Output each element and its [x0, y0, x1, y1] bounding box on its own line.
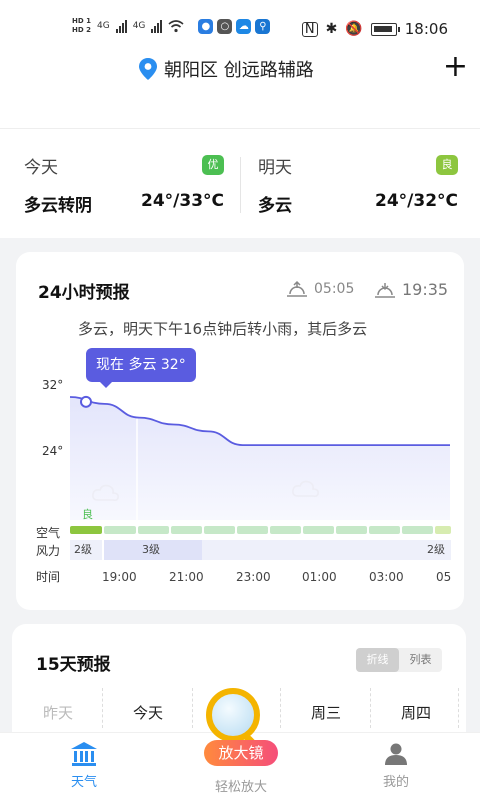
aqi-bar [369, 526, 400, 534]
wind-level: 2级 [202, 540, 451, 560]
tomorrow-label: 明天 [258, 158, 292, 178]
magnifier-caption: 轻松放大 [214, 780, 267, 795]
aqi-bar [435, 526, 451, 534]
location-selector[interactable]: 朝阳区 创远路辅路 [138, 56, 314, 82]
time-label: 19:00 [102, 570, 137, 584]
location-header: 朝阳区 创远路辅路 + [0, 50, 480, 128]
day-divider [458, 688, 459, 728]
bulb-app-icon: ● [198, 18, 214, 34]
current-point [80, 395, 92, 408]
today-temp: 24°/33°C [141, 191, 224, 211]
aqi-row-label: 空气 [36, 526, 61, 540]
aqi-bar [204, 526, 235, 534]
day-thu[interactable]: 周四 [386, 702, 446, 723]
today-summary[interactable]: 今天 优 多云转阴 24°/33°C [24, 153, 224, 216]
wind-row-label: 风力 [36, 544, 61, 558]
day-wed[interactable]: 周三 [296, 702, 356, 723]
clock: 18:06 [404, 20, 448, 38]
signal-icon-2 [151, 19, 163, 33]
aqi-bar [237, 526, 268, 534]
network-type-2: 4G [132, 21, 146, 31]
signal-icon-1 [115, 19, 127, 33]
sim2-label: HD 2 [72, 26, 91, 34]
aqi-bar [402, 526, 433, 534]
toggle-list[interactable]: 列表 [399, 648, 442, 672]
today-tomorrow-panel: 今天 优 多云转阴 24°/33°C 明天 良 多云 24°/32°C [0, 128, 480, 238]
time-label: 05 [436, 570, 452, 584]
time-label: 03:00 [369, 570, 404, 584]
wind-level: 3级 [104, 540, 202, 560]
time-label: 21:00 [169, 570, 204, 584]
day-yesterday[interactable]: 昨天 [28, 702, 88, 723]
today-aqi-badge: 优 [202, 155, 224, 175]
wifi-icon [168, 20, 184, 33]
aqi-bar [104, 526, 136, 534]
y-tick-mid: 24° [42, 444, 64, 458]
time-label: 23:00 [236, 570, 271, 584]
network-type-1: 4G [96, 21, 110, 31]
time-label: 01:00 [302, 570, 337, 584]
aqi-label: 良 [82, 508, 93, 521]
nav-weather-label: 天气 [70, 775, 97, 790]
tomorrow-summary[interactable]: 明天 良 多云 24°/32°C [258, 153, 458, 216]
time-row-label: 时间 [36, 570, 61, 584]
magnifier-button[interactable]: 放大镜 轻松放大 [196, 688, 286, 800]
day-divider [192, 688, 193, 728]
aqi-bar [303, 526, 334, 534]
day-divider [102, 688, 103, 728]
user-icon [385, 743, 407, 765]
divider [240, 157, 241, 213]
add-city-button[interactable]: + [443, 50, 468, 84]
hourly-forecast-card[interactable]: 24小时预报 05:05 19:35 多云，明天下午16点钟后转小雨，其后多云 [16, 252, 464, 610]
nfc-icon: N [301, 21, 318, 37]
magnifier-lens-icon [206, 688, 260, 742]
magnifier-label: 放大镜 [204, 740, 278, 766]
aqi-bar [70, 526, 102, 534]
day-divider [370, 688, 371, 728]
location-pin-icon [139, 58, 157, 80]
y-tick-top: 32° [42, 378, 64, 392]
nav-weather[interactable]: 天气 [44, 737, 124, 790]
battery-icon [370, 22, 400, 36]
aqi-bar [336, 526, 367, 534]
view-toggle: 折线 列表 [356, 648, 442, 672]
status-bar: HD 1 HD 2 4G 4G ● ○ ☁ ⚲ N ✱ 🔕 18:06 [0, 0, 480, 50]
fifteen-day-title: 15天预报 [36, 655, 111, 675]
now-tooltip: 现在 多云 32° [86, 348, 196, 388]
weather-tab-icon [71, 742, 97, 766]
wind-level: 2级 [70, 540, 102, 560]
today-label: 今天 [24, 158, 58, 178]
tomorrow-condition: 多云 [258, 196, 292, 216]
cloud-app-icon: ☁ [236, 18, 252, 34]
location-name: 朝阳区 创远路辅路 [164, 60, 314, 81]
nav-me[interactable]: 我的 [356, 737, 436, 790]
mute-icon: 🔕 [345, 21, 363, 37]
chat-app-icon: ○ [217, 18, 233, 34]
tomorrow-temp: 24°/32°C [375, 191, 458, 211]
search-app-icon: ⚲ [255, 18, 271, 34]
bluetooth-icon: ✱ [325, 21, 338, 37]
day-today[interactable]: 今天 [118, 702, 178, 723]
aqi-bar [138, 526, 169, 534]
nav-me-label: 我的 [382, 775, 409, 790]
aqi-bar [270, 526, 301, 534]
sim1-label: HD 1 [72, 17, 91, 25]
tomorrow-aqi-badge: 良 [436, 155, 458, 175]
today-condition: 多云转阴 [24, 196, 92, 216]
toggle-line[interactable]: 折线 [356, 648, 399, 672]
sim-badges: HD 1 HD 2 [72, 17, 91, 35]
aqi-bar [171, 526, 202, 534]
